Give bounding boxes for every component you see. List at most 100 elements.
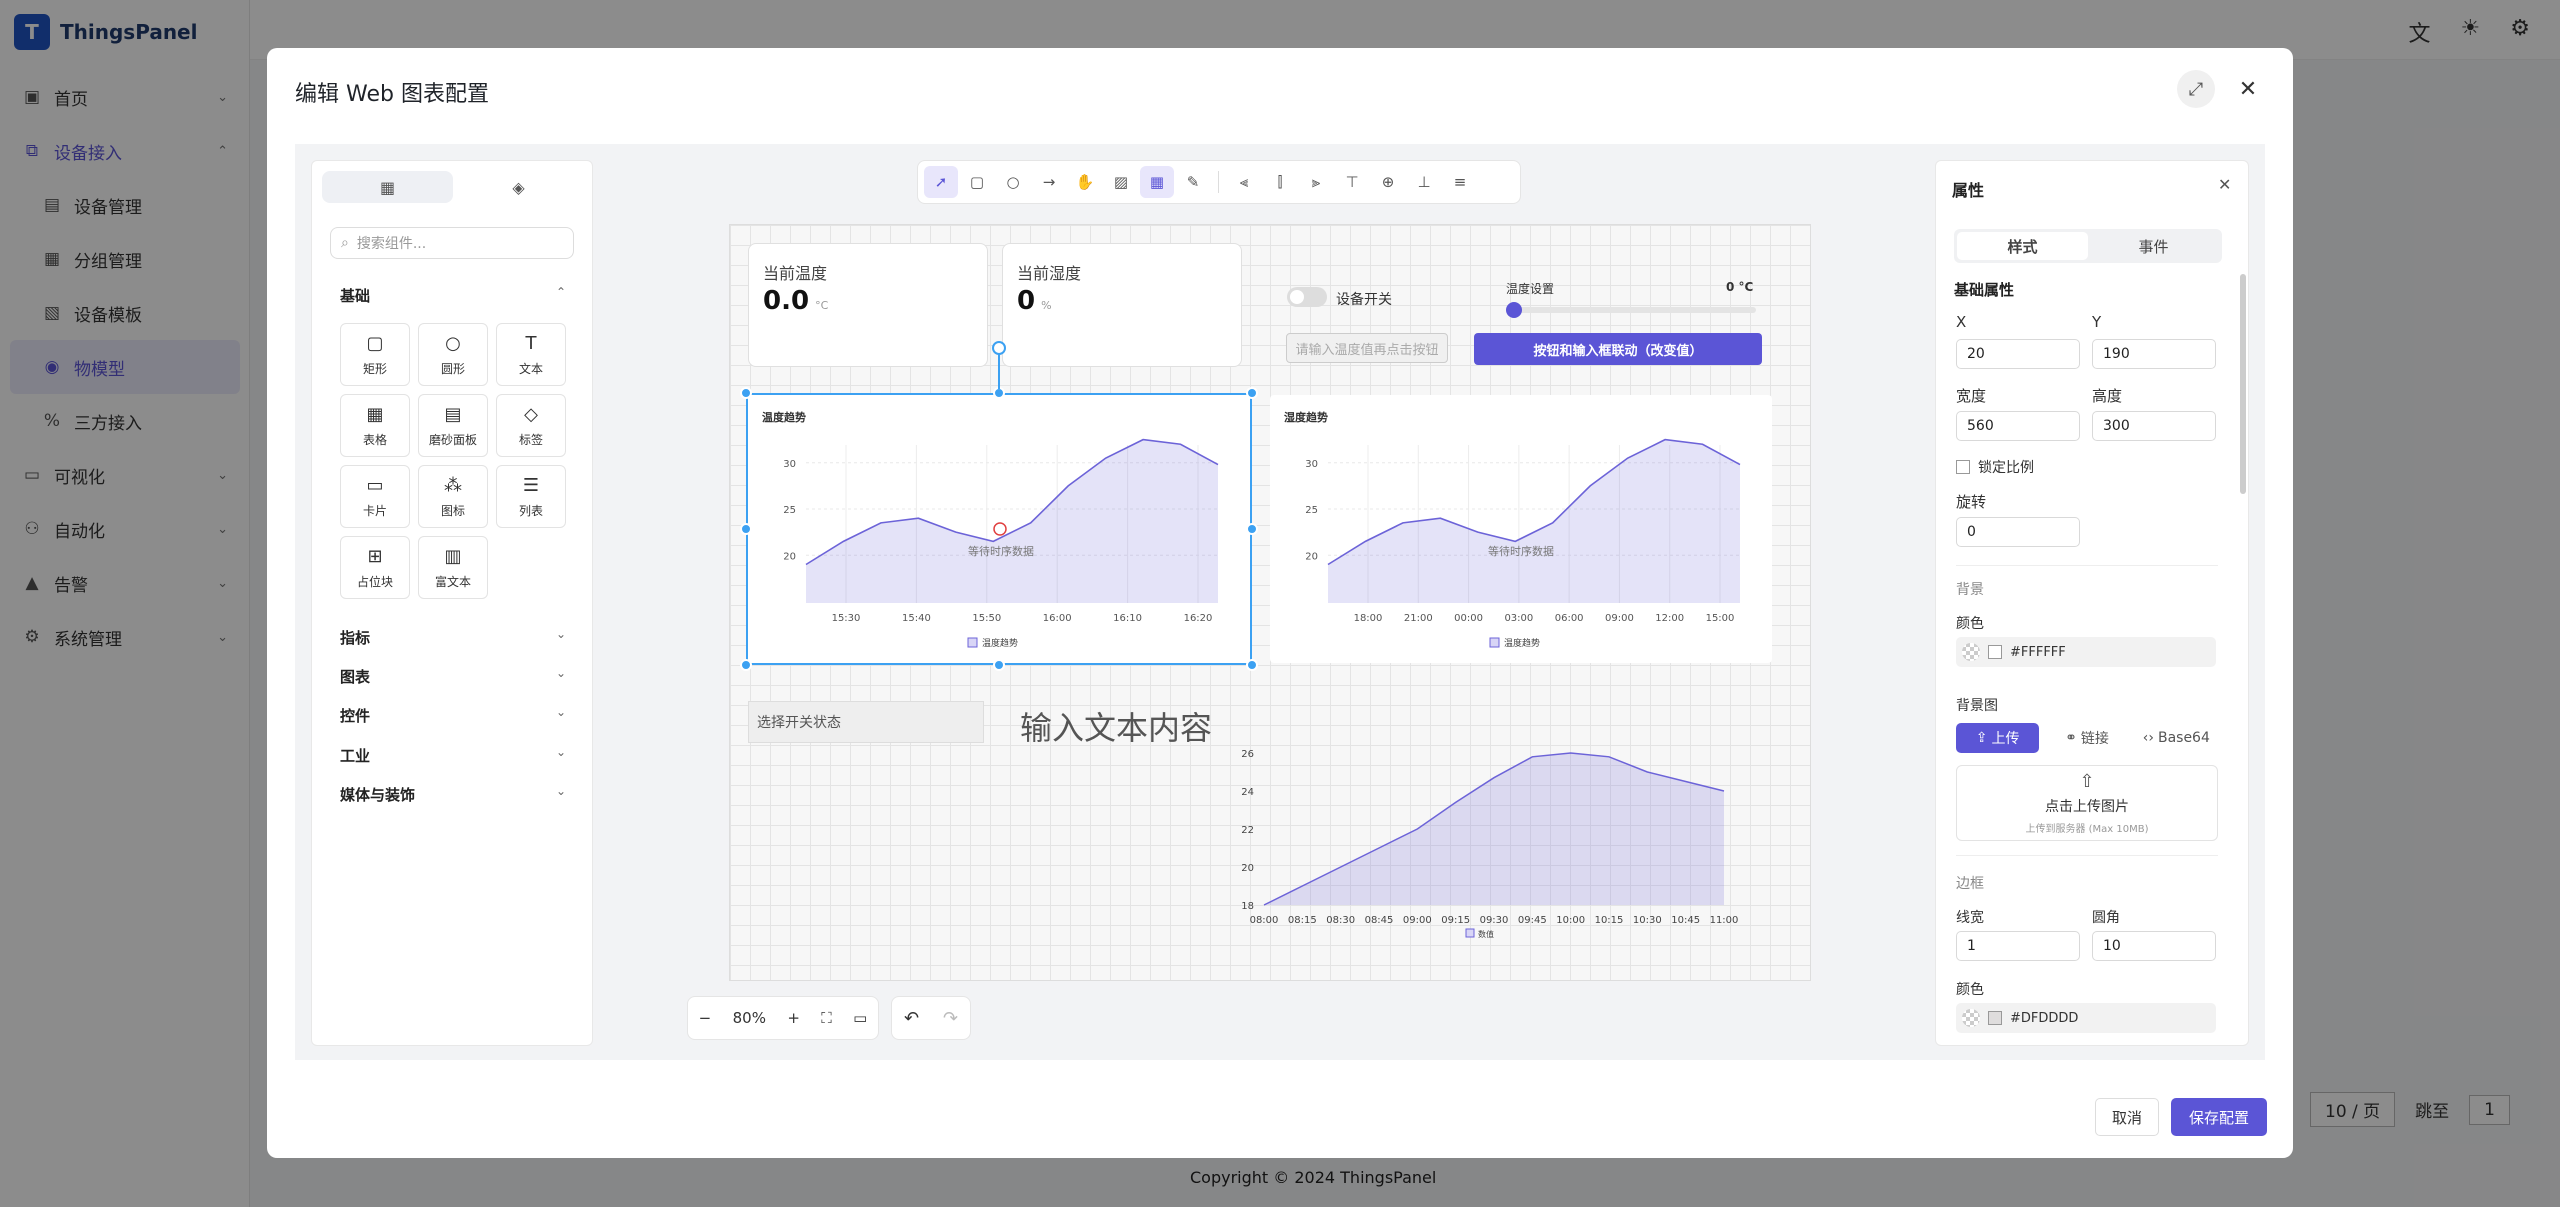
component-rich-text[interactable]: ▥ 富文本 [418,536,488,599]
chevron-down-icon: ⌄ [555,705,566,719]
tab-layers[interactable]: ◈ [453,171,584,203]
height-input[interactable]: 300 [2092,411,2216,441]
radius-input[interactable]: 10 [2092,931,2216,961]
component-list[interactable]: ☰ 列表 [496,465,566,528]
component-search-input[interactable]: ⌕ 搜索组件... [330,227,574,259]
humidity-trend-chart[interactable]: 湿度趋势 20 25 30 18:00 21:00 00:00 03:00 06:00 09:0… [1270,395,1772,663]
temperature-slider[interactable] [1512,307,1756,313]
zoom-out-icon[interactable]: − [699,1009,712,1027]
image-tool-icon[interactable]: ▨ [1104,166,1138,198]
x-input[interactable]: 20 [1956,339,2080,369]
values-area-chart[interactable]: 18 20 22 24 26 08:00 08:15 08:30 08:45 09:00 09:15… [1210,743,1750,943]
component-label: 占位块 [356,574,393,589]
properties-scrollbar[interactable] [2240,274,2246,494]
tab-upload[interactable]: ⇪ 上传 [1956,723,2040,753]
app-root: T ThingsPanel ▣ 首页 ⌄ ⧉ 设备接入 ⌃ ▤ 设备管理 ▦ 分组管理 ▧ 设… [0,0,2560,1207]
bg-color-label: 颜色 [1956,616,1984,632]
component-icon[interactable]: ⁂ 图标 [418,465,488,528]
section-industry[interactable]: 工业 ⌄ [340,745,566,766]
component-text[interactable]: T 文本 [496,323,566,386]
resize-handle-s[interactable] [993,659,1005,671]
tag-icon: ◇ [524,403,538,425]
resize-handle-sw[interactable] [740,659,752,671]
border-color-picker[interactable]: #DFDDDD [1956,1003,2216,1033]
zoom-level: 80% [732,1009,766,1027]
section-label: 工业 [340,747,371,765]
bg-color-picker[interactable]: #FFFFFF [1956,637,2216,667]
align-right-icon[interactable]: ⫸ [1299,166,1333,198]
line-width-input[interactable]: 1 [1956,931,2080,961]
search-placeholder: 搜索组件... [356,236,427,252]
preview-icon[interactable]: ▭ [853,1009,867,1027]
design-canvas[interactable]: 当前温度 0.0 °C 当前湿度 0% 设备开关 温度设置 0 °C 请输入温度值… [729,224,1811,981]
resize-handle-w[interactable] [740,523,752,535]
pointer-icon[interactable]: ➚ [924,166,958,198]
fit-screen-icon[interactable]: ⛶ [821,1009,832,1027]
slider-handle[interactable] [1506,302,1522,318]
temperature-card[interactable]: 当前温度 0.0 °C [748,243,988,367]
tab-link[interactable]: ⚭ 链接 [2045,723,2128,753]
section-media[interactable]: 媒体与装饰 ⌄ [340,784,566,805]
section-metrics[interactable]: 指标 ⌄ [340,627,566,648]
component-table[interactable]: ▦ 表格 [340,394,410,457]
resize-handle-ne[interactable] [1246,387,1258,399]
component-placeholder[interactable]: ⊞ 占位块 [340,536,410,599]
device-switch[interactable] [1287,287,1327,307]
linked-action-button[interactable]: 按钮和输入框联动（改变值） [1474,333,1762,365]
component-circle[interactable]: ○ 圆形 [418,323,488,386]
align-bottom-icon[interactable]: ⊥ [1407,166,1441,198]
close-icon[interactable]: ✕ [2229,70,2267,108]
section-label: 基础 [340,287,371,305]
bg-image-source-tabs: ⇪ 上传 ⚭ 链接 ‹› Base64 [1956,723,2218,753]
selection-box[interactable] [746,393,1252,665]
upload-dropzone[interactable]: ⇧ 点击上传图片 上传到服务器 (Max 10MB) [1956,765,2218,841]
zoom-in-icon[interactable]: + [787,1009,800,1027]
x-tick-label: 15:00 [1706,613,1735,624]
rectangle-icon: ▢ [366,332,384,354]
arrow-tool-icon[interactable]: → [1032,166,1066,198]
temperature-input[interactable]: 请输入温度值再点击按钮 [1286,333,1448,363]
grid-toggle-icon[interactable]: ▦ [1140,166,1174,198]
rotate-handle[interactable] [992,341,1006,355]
resize-handle-nw[interactable] [740,387,752,399]
resize-handle-e[interactable] [1246,523,1258,535]
component-rectangle[interactable]: ▢ 矩形 [340,323,410,386]
tab-event[interactable]: 事件 [2088,232,2219,260]
component-frosted-panel[interactable]: ▤ 磨砂面板 [418,394,488,457]
component-card[interactable]: ▭ 卡片 [340,465,410,528]
area-fill [1264,753,1724,905]
tab-style[interactable]: 样式 [1957,232,2088,260]
hand-tool-icon[interactable]: ✋ [1068,166,1102,198]
undo-icon[interactable]: ↶ [904,1008,919,1029]
lock-ratio-checkbox[interactable]: 锁定比例 [1956,457,2034,477]
y-input[interactable]: 190 [2092,339,2216,369]
align-center-icon[interactable]: ⫿ [1263,166,1297,198]
circle-tool-icon[interactable]: ○ [996,166,1030,198]
save-config-button[interactable]: 保存配置 [2171,1098,2267,1136]
text-content[interactable]: 输入文本内容 [1020,703,1212,749]
tab-components[interactable]: ▦ [322,171,453,203]
redo-icon[interactable]: ↷ [943,1008,958,1029]
humidity-card[interactable]: 当前湿度 0% [1002,243,1242,367]
align-top-icon[interactable]: ⊤ [1335,166,1369,198]
section-basic[interactable]: 基础 ⌃ [340,285,566,306]
x-tick-label: 09:45 [1518,915,1547,926]
fullscreen-icon[interactable]: ⤢ [2177,70,2215,108]
x-tick-label: 10:00 [1556,915,1585,926]
brush-tool-icon[interactable]: ✎ [1176,166,1210,198]
width-input[interactable]: 560 [1956,411,2080,441]
close-icon[interactable]: ✕ [2218,175,2231,194]
section-charts[interactable]: 图表 ⌄ [340,666,566,687]
resize-handle-se[interactable] [1246,659,1258,671]
switch-state-select[interactable]: 选择开关状态 [748,701,984,743]
align-left-icon[interactable]: ⫷ [1227,166,1261,198]
rectangle-tool-icon[interactable]: ▢ [960,166,994,198]
component-tag[interactable]: ◇ 标签 [496,394,566,457]
cancel-button[interactable]: 取消 [2095,1098,2159,1136]
align-middle-icon[interactable]: ⊕ [1371,166,1405,198]
rotation-input[interactable]: 0 [1956,517,2080,547]
section-controls[interactable]: 控件 ⌄ [340,705,566,726]
distribute-icon[interactable]: ≡ [1443,166,1477,198]
tab-base64[interactable]: ‹› Base64 [2135,723,2218,753]
component-label: 标签 [518,432,543,447]
